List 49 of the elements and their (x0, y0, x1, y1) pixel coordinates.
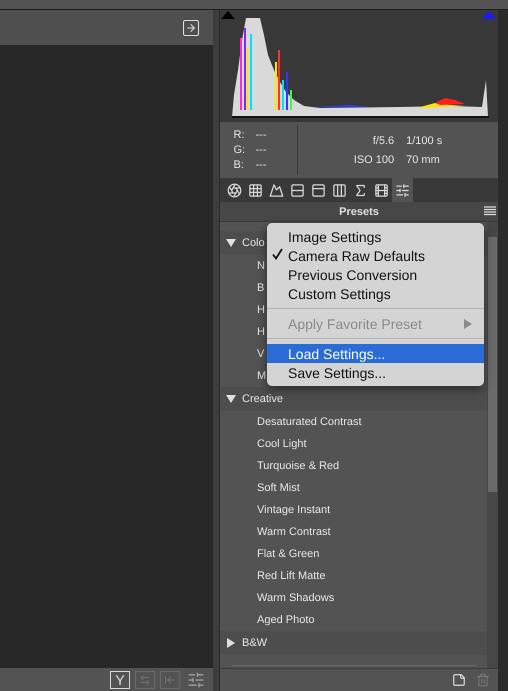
channel-value: --- (256, 144, 268, 156)
preset-item[interactable]: Soft Mist (220, 477, 487, 499)
panel-title: Presets (339, 206, 379, 218)
film-icon (374, 182, 389, 198)
channel-label: R: (234, 129, 246, 141)
preset-group[interactable]: Creative (220, 387, 487, 411)
panel-icon (311, 182, 326, 198)
grid-icon (248, 182, 263, 198)
menu-item[interactable]: Previous Conversion (267, 265, 484, 284)
sigma-icon (353, 182, 368, 198)
new-preset-icon[interactable] (452, 673, 466, 687)
preset-item[interactable]: Red Lift Matte (220, 565, 487, 587)
columns-icon (332, 182, 347, 198)
mountain-icon (269, 182, 284, 198)
menu-item[interactable]: Camera Raw Defaults (267, 246, 484, 265)
preset-item[interactable]: Warm Contrast (220, 521, 487, 543)
channel-value: --- (256, 159, 268, 171)
preset-item[interactable]: Flat & Green (220, 543, 487, 565)
sliders-icon (395, 182, 410, 198)
menu-icon[interactable] (484, 206, 496, 218)
iso-text: ISO 100 (354, 154, 394, 166)
aperture-icon (227, 182, 242, 198)
menu-item[interactable]: Save Settings... (267, 363, 484, 382)
shutter-text: 1/100 s (406, 134, 442, 146)
split-panel-icon (290, 182, 305, 198)
submenu-arrow-icon (464, 318, 472, 328)
exit-icon[interactable] (181, 18, 201, 38)
preset-item[interactable]: Cool Light (220, 433, 487, 455)
menu-item[interactable]: Image Settings (267, 227, 484, 246)
preset-item[interactable]: Warm Shadows (220, 587, 487, 609)
expanded-triangle-icon (226, 394, 236, 404)
aperture-text: f/5.6 (372, 134, 394, 146)
menu-item[interactable]: Load Settings... (267, 344, 484, 363)
preset-item[interactable]: Desaturated Contrast (220, 411, 487, 433)
expanded-triangle-icon (226, 238, 236, 248)
preset-group[interactable]: B&W (220, 631, 487, 655)
focal-length-text: 70 mm (406, 154, 441, 166)
collapsed-triangle-icon (226, 638, 236, 648)
channel-value: --- (256, 129, 268, 141)
scrollbar-thumb[interactable] (488, 237, 497, 492)
view-mode-button[interactable]: Y (110, 670, 130, 688)
channel-label: G: (234, 144, 246, 156)
menu-item[interactable]: Custom Settings (267, 284, 484, 303)
preset-item[interactable]: Aged Photo (220, 609, 487, 631)
shadow-clipping-icon[interactable] (221, 11, 235, 19)
panel-tab[interactable] (392, 178, 413, 202)
preset-item[interactable]: Turquoise & Red (220, 455, 487, 477)
preset-item[interactable]: Vintage Instant (220, 499, 487, 521)
channel-label: B: (234, 159, 245, 171)
